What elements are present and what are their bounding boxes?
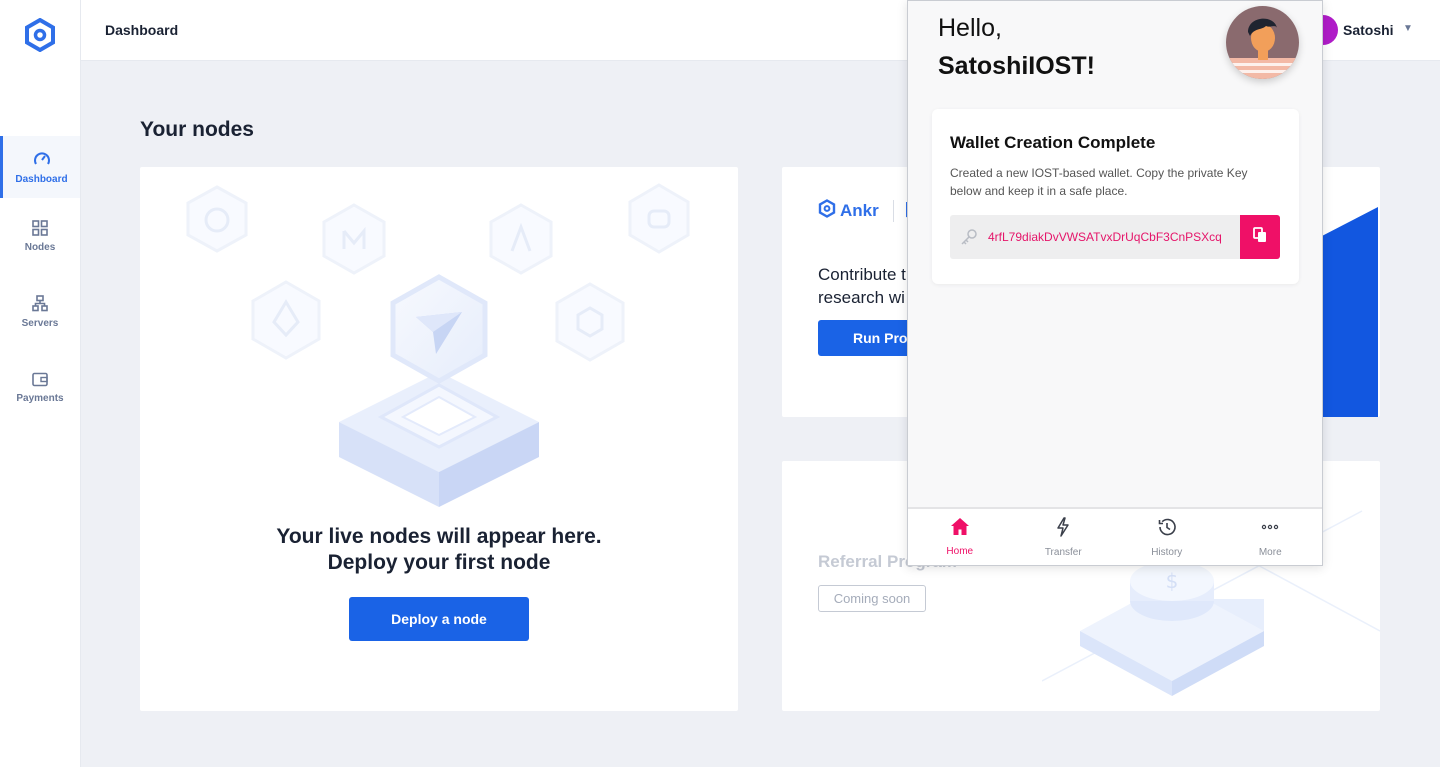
network-icon (32, 295, 48, 312)
profile-avatar[interactable] (1226, 6, 1299, 79)
gauge-icon (33, 150, 51, 168)
wallet-complete-card: Wallet Creation Complete Created a new I… (932, 109, 1299, 284)
ankr-logo-icon (818, 199, 836, 223)
partner-logos: Ankr (818, 199, 916, 223)
nodes-message-line2: Deploy your first node (327, 551, 551, 574)
chevron-down-icon[interactable]: ▼ (1403, 23, 1413, 34)
wallet-popup: Hello, SatoshiIOST! Wallet Creation Comp… (907, 0, 1323, 566)
sidebar: Dashboard Nodes Servers Payments (0, 0, 81, 767)
sidebar-item-label: Nodes (24, 241, 56, 253)
page-title: Dashboard (105, 22, 179, 38)
deploy-node-button[interactable]: Deploy a node (349, 597, 529, 641)
coming-soon-badge: Coming soon (818, 585, 926, 612)
nodes-illustration (186, 183, 690, 507)
home-icon (950, 517, 970, 541)
sidebar-item-nodes[interactable]: Nodes (0, 205, 80, 267)
tab-label: Home (946, 546, 974, 557)
wallet-tabbar: Home Transfer History More (908, 507, 1322, 565)
nodes-card: Your live nodes will appear here. Deploy… (140, 167, 738, 711)
history-icon (1157, 517, 1177, 542)
tab-transfer[interactable]: Transfer (1012, 509, 1116, 565)
private-key-field[interactable]: 4rfL79diakDvVWSATvxDrUqCbF3CnPSXcq (950, 215, 1280, 259)
tab-more[interactable]: More (1219, 509, 1323, 565)
wallet-card-description: Created a new IOST-based wallet. Copy th… (950, 166, 1248, 198)
svg-text:$: $ (1166, 569, 1179, 593)
grid-icon (32, 219, 48, 236)
greeting-name: SatoshiIOST! (938, 52, 1095, 80)
ankr-logo[interactable] (24, 17, 56, 53)
sidebar-item-dashboard[interactable]: Dashboard (0, 136, 80, 198)
nodes-empty-message: Your live nodes will appear here. Deploy… (140, 524, 738, 576)
sidebar-item-label: Dashboard (15, 173, 68, 185)
nodes-message-line1: Your live nodes will appear here. (276, 525, 602, 548)
key-icon (960, 228, 978, 251)
sidebar-item-payments[interactable]: Payments (0, 357, 80, 419)
copy-icon (1253, 226, 1267, 248)
tab-label: More (1258, 546, 1282, 558)
copy-key-button[interactable] (1240, 215, 1280, 259)
lightning-icon (1056, 516, 1070, 542)
greeting-text: Hello, (938, 14, 1002, 42)
section-title: Your nodes (140, 118, 254, 141)
tab-label: Transfer (1044, 546, 1082, 558)
sidebar-item-label: Payments (16, 393, 64, 404)
logo-divider (892, 200, 894, 222)
greeting: Hello, SatoshiIOST! (938, 9, 1095, 85)
sidebar-item-label: Servers (21, 318, 59, 329)
tab-history[interactable]: History (1115, 509, 1219, 565)
wallet-icon (32, 372, 48, 387)
project-graphic (1320, 207, 1378, 417)
more-icon (1261, 517, 1279, 542)
wallet-card-title: Wallet Creation Complete (950, 133, 1156, 152)
ankr-logo-text: Ankr (840, 201, 879, 220)
private-key-text[interactable]: 4rfL79diakDvVWSATvxDrUqCbF3CnPSXcq (988, 230, 1238, 244)
tab-label: History (1151, 546, 1183, 558)
sidebar-item-servers[interactable]: Servers (0, 281, 80, 343)
user-name[interactable]: Satoshi (1343, 22, 1394, 38)
tab-home[interactable]: Home (908, 509, 1012, 565)
